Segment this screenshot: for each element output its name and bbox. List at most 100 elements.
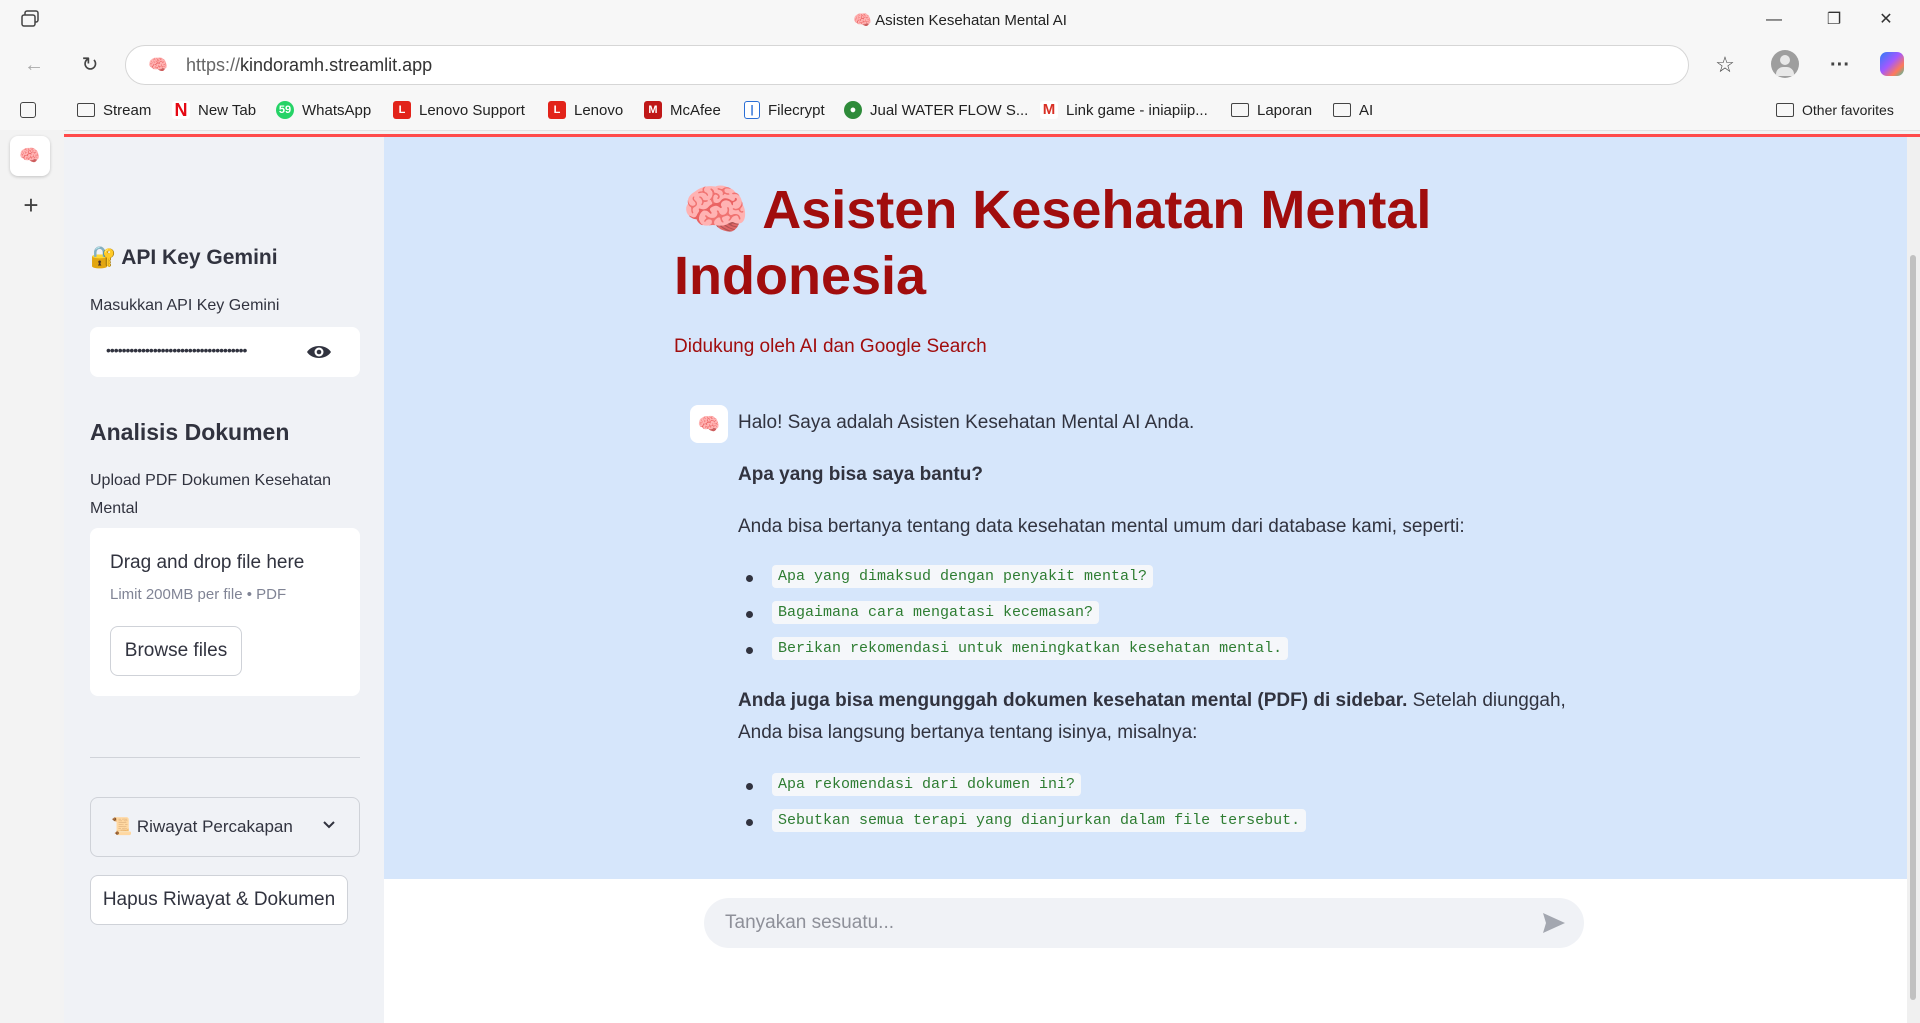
site-favicon-icon: 🧠 <box>148 57 168 74</box>
bookmark-label: Link game - iniapiip... <box>1066 101 1208 119</box>
chat-input-area: Tanyakan sesuatu... <box>384 879 1907 1023</box>
scrollbar-thumb[interactable] <box>1910 255 1916 1000</box>
url-text[interactable]: https://kindoramh.streamlit.app <box>186 55 432 76</box>
close-button[interactable]: ✕ <box>1863 6 1909 34</box>
bookmark-label: Lenovo <box>574 101 624 119</box>
folder-icon <box>77 103 95 117</box>
api-key-label: Masukkan API Key Gemini <box>90 297 280 314</box>
bookmark-label: Laporan <box>1257 101 1313 119</box>
bookmark-ai[interactable]: AI <box>1333 99 1373 121</box>
lenovo-icon: L <box>548 101 566 119</box>
bookmark-label: WhatsApp <box>302 101 372 119</box>
favorites-star-icon[interactable]: ☆ <box>1707 47 1743 83</box>
avatar-body <box>1776 67 1794 76</box>
reload-icon[interactable]: ↻ <box>72 47 108 83</box>
bookmark-label: New Tab <box>198 101 257 119</box>
minimize-button[interactable]: — <box>1751 6 1797 34</box>
back-icon[interactable]: ← <box>16 47 52 83</box>
bookmark-link-game[interactable]: M Link game - iniapiip... <box>1040 99 1208 121</box>
lenovo-icon: L <box>393 101 411 119</box>
assistant-paragraph-1: Anda bisa bertanya tentang data kesehata… <box>738 516 1465 537</box>
window-title-text: Asisten Kesehatan Mental AI <box>875 12 1067 29</box>
history-label: 📜 Riwayat Percakapan <box>111 817 293 836</box>
page-subtitle: Didukung oleh AI dan Google Search <box>674 336 987 357</box>
gmail-icon: M <box>1040 101 1058 119</box>
assistant-paragraph-2: Anda juga bisa mengunggah dokumen keseha… <box>738 685 1598 716</box>
folder-icon <box>1231 103 1249 117</box>
bookmark-lenovo-support[interactable]: L Lenovo Support <box>393 99 525 121</box>
assistant-question: Apa yang bisa saya bantu? <box>738 464 983 485</box>
streamlit-app: 🔐 API Key Gemini Masukkan API Key Gemini… <box>64 134 1920 1023</box>
example-question: Apa rekomendasi dari dokumen ini? <box>772 773 1082 796</box>
dropzone-limit: Limit 200MB per file • PDF <box>110 586 287 603</box>
send-icon[interactable] <box>1542 912 1566 939</box>
bookmark-stream[interactable]: Stream <box>77 99 151 121</box>
api-key-value: •••••••••••••••••••••••••••••••••••• <box>106 342 247 358</box>
chevron-down-icon <box>321 818 337 836</box>
netflix-icon: N <box>172 101 190 119</box>
api-key-input[interactable]: •••••••••••••••••••••••••••••••••••• <box>90 327 360 377</box>
bookmark-water-flow[interactable]: ● Jual WATER FLOW S... <box>844 99 1028 121</box>
other-favorites-label: Other favorites <box>1802 102 1894 118</box>
browse-files-button[interactable]: Browse files <box>110 626 242 676</box>
paragraph-2-rest: Setelah diunggah, <box>1407 690 1566 711</box>
bookmark-label: McAfee <box>670 101 721 119</box>
main-content: 🧠 Asisten Kesehatan Mental Indonesia Did… <box>384 137 1907 879</box>
new-tab-plus-icon[interactable]: + <box>18 192 44 218</box>
window-title: 🧠 Asisten Kesehatan Mental AI <box>0 11 1920 29</box>
other-favorites[interactable]: Other favorites <box>1776 99 1894 121</box>
vertical-tab-strip: 🧠 + <box>0 130 64 1020</box>
bookmark-laporan[interactable]: Laporan <box>1231 99 1312 121</box>
page-scrollbar[interactable] <box>1907 137 1920 1023</box>
url-protocol: https:// <box>186 55 241 75</box>
bullet <box>746 647 753 654</box>
whatsapp-icon: 59 <box>276 101 294 119</box>
chat-input[interactable]: Tanyakan sesuatu... <box>704 898 1584 948</box>
bookmark-mcafee[interactable]: M McAfee <box>644 99 721 121</box>
assistant-avatar-brain-icon: 🧠 <box>690 405 728 443</box>
history-expander[interactable]: 📜 Riwayat Percakapan <box>90 797 360 857</box>
page-title-line2: Indonesia <box>674 246 927 306</box>
file-dropzone[interactable]: Drag and drop file here Limit 200MB per … <box>90 528 360 696</box>
bookmark-label: Lenovo Support <box>419 101 525 119</box>
bookmark-label: Filecrypt <box>768 101 825 119</box>
address-bar[interactable]: 🧠 https://kindoramh.streamlit.app <box>125 45 1689 85</box>
example-question: Bagaimana cara mengatasi kecemasan? <box>772 601 1100 624</box>
chat-input-placeholder: Tanyakan sesuatu... <box>725 912 894 933</box>
sidebar: 🔐 API Key Gemini Masukkan API Key Gemini… <box>64 137 384 1023</box>
tab-actions-icon[interactable] <box>20 102 36 118</box>
example-question: Berikan rekomendasi untuk meningkatkan k… <box>772 637 1289 660</box>
url-host: kindoramh.streamlit.app <box>240 55 433 75</box>
shop-icon: ● <box>844 101 862 119</box>
bookmark-label: Stream <box>103 101 152 119</box>
clear-history-button[interactable]: Hapus Riwayat & Dokumen <box>90 875 348 925</box>
bookmark-label: Jual WATER FLOW S... <box>870 101 1029 119</box>
folder-icon <box>1333 103 1351 117</box>
more-menu-icon[interactable]: ··· <box>1822 47 1858 83</box>
brain-favicon-icon: 🧠 <box>853 12 872 29</box>
bullet <box>746 611 753 618</box>
active-tab-brain-icon[interactable]: 🧠 <box>10 136 50 176</box>
sidebar-divider <box>90 757 360 758</box>
api-key-heading: 🔐 API Key Gemini <box>90 246 278 269</box>
example-question: Apa yang dimaksud dengan penyakit mental… <box>772 565 1154 588</box>
bookmark-lenovo[interactable]: L Lenovo <box>548 99 623 121</box>
bookmark-whatsapp[interactable]: 59 WhatsApp <box>276 99 371 121</box>
bullet <box>746 575 753 582</box>
filecrypt-shield-icon: | <box>744 101 760 119</box>
bookmarks-bar: Stream N New Tab 59 WhatsApp L Lenovo Suppo… <box>0 90 1920 131</box>
page-title-line1: 🧠 Asisten Kesehatan Mental <box>682 180 1432 240</box>
profile-avatar[interactable] <box>1771 50 1799 78</box>
bookmark-new-tab[interactable]: N New Tab <box>172 99 256 121</box>
show-password-eye-icon[interactable] <box>306 342 332 367</box>
bullet <box>746 783 753 790</box>
restore-button[interactable]: ❐ <box>1811 6 1857 34</box>
upload-label: Upload PDF Dokumen Kesehatan Mental <box>90 472 332 517</box>
folder-icon <box>1776 103 1794 117</box>
dropzone-text: Drag and drop file here <box>110 552 305 573</box>
copilot-icon[interactable] <box>1880 52 1904 76</box>
bookmark-filecrypt[interactable]: | Filecrypt <box>744 99 825 121</box>
window-title-bar: 🧠 Asisten Kesehatan Mental AI — ❐ ✕ <box>0 0 1920 40</box>
document-analysis-heading: Analisis Dokumen <box>90 419 290 445</box>
mcafee-icon: M <box>644 101 662 119</box>
